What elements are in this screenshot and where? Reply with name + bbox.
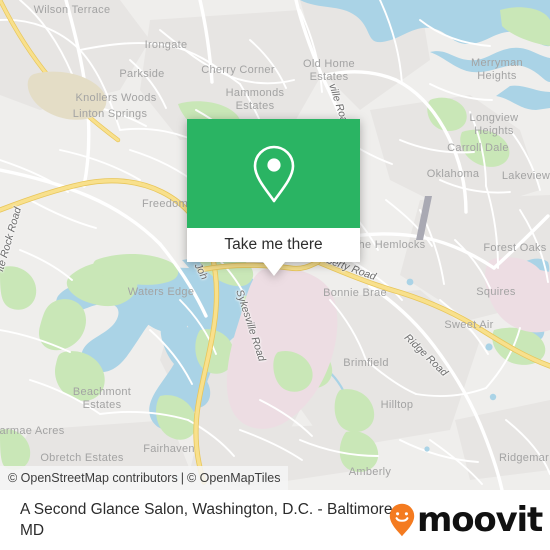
moovit-logo[interactable]: moovit: [389, 500, 543, 540]
take-me-there-button[interactable]: Take me there: [187, 228, 360, 262]
moovit-smiley-pin-icon: [389, 503, 415, 537]
page-title: A Second Glance Salon, Washington, D.C. …: [20, 501, 397, 539]
map-screenshot: Wilson Terrace Irongate Parkside Cherry Cor…: [0, 0, 550, 550]
popup-pin-panel: [187, 119, 360, 228]
popup-pointer-tail: [262, 262, 285, 276]
attribution-openmaptiles[interactable]: © OpenMapTiles: [187, 471, 281, 485]
footer-bar: A Second Glance Salon, Washington, D.C. …: [0, 490, 550, 550]
map-canvas[interactable]: Wilson Terrace Irongate Parkside Cherry Cor…: [0, 0, 550, 490]
take-me-there-label: Take me there: [224, 236, 323, 253]
attribution-osm[interactable]: © OpenStreetMap contributors: [8, 471, 178, 485]
map-attribution: © OpenStreetMap contributors | © OpenMap…: [0, 466, 289, 490]
attribution-separator: |: [180, 471, 184, 485]
moovit-wordmark: moovit: [416, 500, 543, 540]
location-pin-icon: [253, 145, 294, 202]
location-popup-card[interactable]: Take me there: [187, 119, 360, 276]
